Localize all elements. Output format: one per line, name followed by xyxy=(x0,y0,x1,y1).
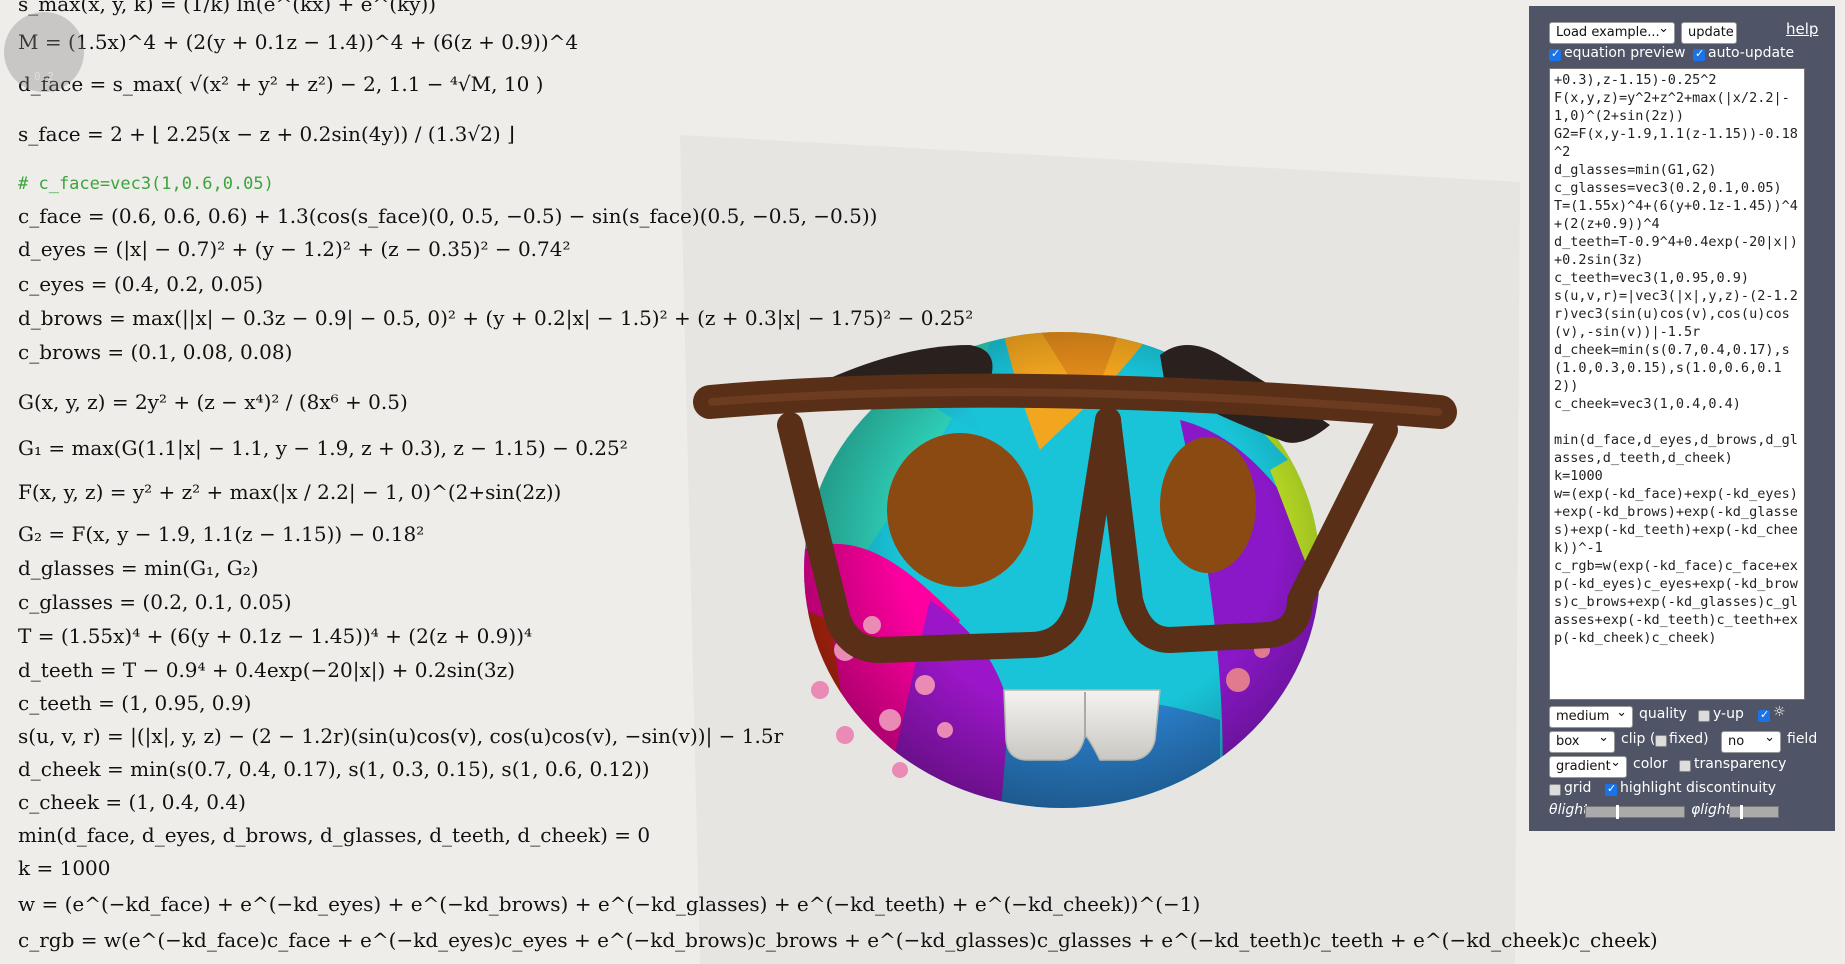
equation-crgb: c_rgb = w(e^(−kd_face)c_face + e^(−kd_ey… xyxy=(18,928,1658,952)
equation-preview-checkbox[interactable] xyxy=(1549,47,1561,61)
grid-checkbox[interactable] xyxy=(1549,784,1561,796)
sun-icon: ☼ xyxy=(1773,704,1786,720)
equation-smax: s_max(x, y, k) = (1/k) ln(e^(kx) + e^(ky… xyxy=(18,0,437,16)
equation-k: k = 1000 xyxy=(18,856,111,880)
left-eye xyxy=(887,433,1033,587)
field-label: field xyxy=(1787,731,1818,747)
equation-dglasses: d_glasses = min(G₁, G₂) xyxy=(18,556,259,580)
equation-M: M = (1.5x)^4 + (2(y + 0.1z − 1.4))^4 + (… xyxy=(18,30,579,54)
equation-G2: G₂ = F(x, y − 1.9, 1.1(z − 1.15)) − 0.18… xyxy=(18,522,425,546)
equation-dface: d_face = s_max( √(x² + y² + z²) − 2, 1.1… xyxy=(18,72,544,96)
y-up-label: y-up xyxy=(1713,706,1744,722)
equation-comment: # c_face=vec3(1,0.6,0.05) xyxy=(18,174,274,194)
equation-dcheek: d_cheek = min(s(0.7, 0.4, 0.17), s(1, 0.… xyxy=(18,757,650,781)
equation-preview-label: equation preview xyxy=(1564,45,1686,61)
equation-G1: G₁ = max(G(1.1|x| − 1.1, y − 1.9, z + 0.… xyxy=(18,436,628,460)
update-button[interactable]: update xyxy=(1681,22,1737,44)
knob-value: 0.2 xyxy=(34,70,54,83)
equation-deyes: d_eyes = (|x| − 0.7)² + (y − 1.2)² + (z … xyxy=(18,237,571,261)
color-label: color xyxy=(1633,756,1668,772)
equation-w: w = (e^(−kd_face) + e^(−kd_eyes) + e^(−k… xyxy=(18,892,1201,916)
phi-light-slider[interactable] xyxy=(1729,805,1779,819)
clip-select[interactable]: box xyxy=(1549,728,1615,753)
control-panel: Load example... update help equation pre… xyxy=(1529,6,1835,831)
equation-ccheek: c_cheek = (1, 0.4, 0.4) xyxy=(18,790,246,814)
light-checkbox[interactable] xyxy=(1758,708,1770,722)
rotation-knob[interactable]: 0.2 xyxy=(4,12,84,92)
transparency-label: transparency xyxy=(1694,756,1787,772)
theta-light-label: θlight xyxy=(1549,802,1589,818)
equation-min: min(d_face, d_eyes, d_brows, d_glasses, … xyxy=(18,823,651,847)
equation-cteeth: c_teeth = (1, 0.95, 0.9) xyxy=(18,691,252,715)
y-up-checkbox[interactable] xyxy=(1698,710,1710,722)
equation-F: F(x, y, z) = y² + z² + max(|x / 2.2| − 1… xyxy=(18,480,562,504)
equation-s: s(u, v, r) = |(|x|, y, z) − (2 − 1.2r)(s… xyxy=(18,724,784,748)
clip-fixed-checkbox[interactable] xyxy=(1655,735,1667,747)
equation-dbrows: d_brows = max(||x| − 0.3z − 0.9| − 0.5, … xyxy=(18,306,974,330)
load-example-select[interactable]: Load example... xyxy=(1549,19,1675,44)
field-select[interactable]: no xyxy=(1721,728,1781,753)
auto-update-checkbox[interactable] xyxy=(1693,47,1705,61)
equation-T: T = (1.55x)⁴ + (6(y + 0.1z − 1.45))⁴ + (… xyxy=(18,624,533,648)
equation-dteeth: d_teeth = T − 0.9⁴ + 0.4exp(−20|x|) + 0.… xyxy=(18,658,515,682)
equation-cbrows: c_brows = (0.1, 0.08, 0.08) xyxy=(18,340,293,364)
equation-ceyes: c_eyes = (0.4, 0.2, 0.05) xyxy=(18,272,264,296)
equation-G: G(x, y, z) = 2y² + (z − x⁴)² / (8x⁶ + 0.… xyxy=(18,390,408,414)
transparency-checkbox[interactable] xyxy=(1679,760,1691,772)
color-select[interactable]: gradient xyxy=(1549,753,1627,778)
equation-cface: c_face = (0.6, 0.6, 0.6) + 1.3(cos(s_fac… xyxy=(18,204,878,228)
grid-label: grid xyxy=(1564,780,1592,796)
quality-label: quality xyxy=(1639,706,1687,722)
code-editor[interactable]: +0.3),z-1.15)-0.25^2 F(x,y,z)=y^2+z^2+ma… xyxy=(1549,68,1805,700)
clip-fixed-label: fixed) xyxy=(1669,731,1709,747)
highlight-discontinuity-label: highlight discontinuity xyxy=(1620,780,1776,796)
clip-label: clip ( xyxy=(1621,731,1656,747)
highlight-discontinuity-checkbox[interactable] xyxy=(1605,782,1617,796)
equation-sface: s_face = 2 + ⌊ 2.25(x − z + 0.2sin(4y)) … xyxy=(18,122,515,146)
quality-select[interactable]: medium xyxy=(1549,703,1633,728)
equation-cglasses: c_glasses = (0.2, 0.1, 0.05) xyxy=(18,590,292,614)
theta-light-slider[interactable] xyxy=(1585,805,1685,819)
auto-update-label: auto-update xyxy=(1708,45,1795,61)
phi-light-label: φlight xyxy=(1691,802,1732,818)
help-link[interactable]: help xyxy=(1786,20,1818,38)
right-eye xyxy=(1160,437,1256,573)
